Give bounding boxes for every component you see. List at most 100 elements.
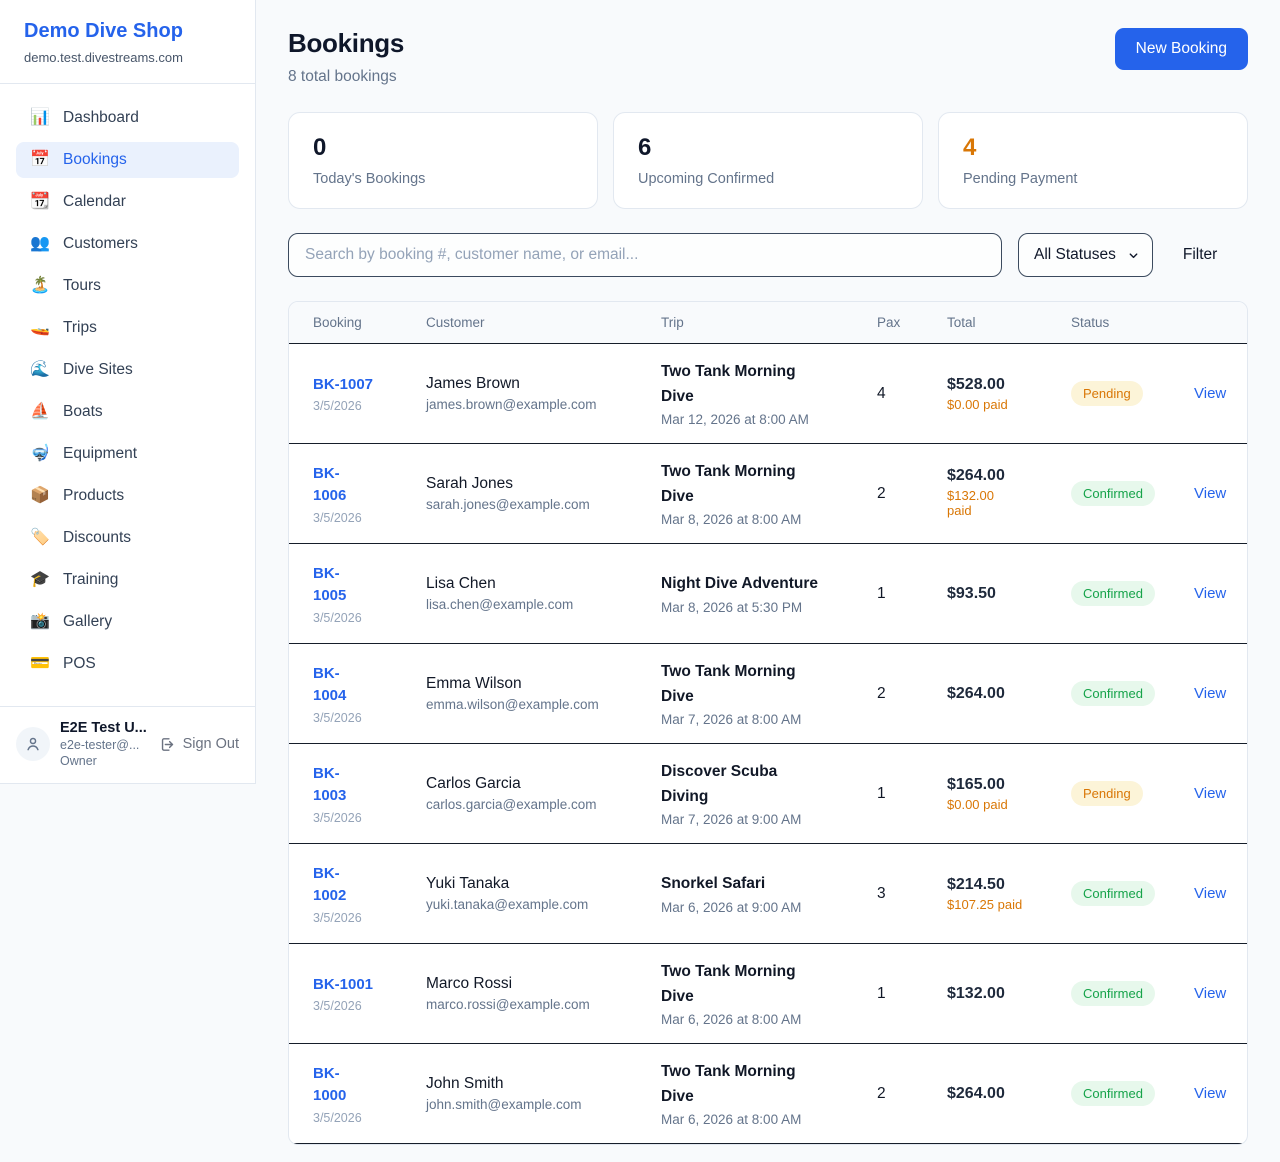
booking-date: 3/5/2026 [313,1111,426,1125]
sidebar-item-label: Products [63,487,124,505]
customer-name: Emma Wilson [426,675,661,693]
sidebar-item-trips[interactable]: 🚤 Trips [16,310,239,346]
view-link[interactable]: View [1194,585,1226,602]
sign-out-button[interactable]: Sign Out [159,736,239,753]
main-content: Bookings 8 total bookings New Booking 0 … [256,0,1280,1145]
filter-button[interactable]: Filter [1169,246,1231,264]
paid-amount: $132.00 paid [947,488,1009,518]
boats-icon: ⛵ [30,404,50,420]
sidebar-item-equipment[interactable]: 🤿 Equipment [16,436,239,472]
col-status: Status [1071,315,1194,330]
sidebar-item-bookings[interactable]: 📅 Bookings [16,142,239,178]
booking-id-link[interactable]: BK-1004 [313,663,363,708]
dive-sites-icon: 🌊 [30,362,50,378]
sidebar-item-label: Customers [63,235,138,253]
view-link[interactable]: View [1194,1085,1226,1102]
table-row: BK-1000 3/5/2026 John Smith john.smith@e… [289,1044,1247,1144]
view-link[interactable]: View [1194,485,1226,502]
sidebar-item-training[interactable]: 🎓 Training [16,562,239,598]
table-row: BK-1005 3/5/2026 Lisa Chen lisa.chen@exa… [289,544,1247,644]
view-link[interactable]: View [1194,985,1226,1002]
sidebar-item-products[interactable]: 📦 Products [16,478,239,514]
sidebar-item-label: Trips [63,319,97,337]
sidebar-item-label: Dashboard [63,109,139,127]
total-amount: $93.50 [947,585,1071,603]
bookings-icon: 📅 [30,152,50,168]
page-title: Bookings [288,28,404,59]
customer-email: john.smith@example.com [426,1097,661,1112]
sidebar-item-pos[interactable]: 💳 POS [16,646,239,682]
booking-date: 3/5/2026 [313,399,426,413]
new-booking-button[interactable]: New Booking [1115,28,1248,70]
actions-cell: View [1194,785,1226,803]
trip-name: Two Tank Morning Dive [661,1060,823,1108]
stat-label: Today's Bookings [313,171,573,187]
sidebar-item-dashboard[interactable]: 📊 Dashboard [16,100,239,136]
booking-cell: BK-1003 3/5/2026 [313,763,426,825]
sidebar-item-customers[interactable]: 👥 Customers [16,226,239,262]
table-row: BK-1003 3/5/2026 Carlos Garcia carlos.ga… [289,744,1247,844]
brand-logo-link[interactable]: Demo Dive Shop [24,20,231,43]
view-link[interactable]: View [1194,385,1226,402]
chevron-down-icon [1128,250,1139,261]
sidebar-item-label: Equipment [63,445,137,463]
status-filter-select[interactable]: All Statuses [1018,233,1153,277]
trip-cell: Two Tank Morning Dive Mar 6, 2026 at 8:0… [661,1060,877,1126]
dashboard-icon: 📊 [30,110,50,126]
total-amount: $132.00 [947,985,1071,1003]
user-email: e2e-tester@... [60,738,149,752]
customer-name: Sarah Jones [426,475,661,493]
view-link[interactable]: View [1194,885,1226,902]
customer-name: Lisa Chen [426,575,661,593]
booking-id-link[interactable]: BK-1007 [313,376,373,393]
filter-row: All Statuses Filter [288,233,1248,277]
sidebar-item-label: Tours [63,277,101,295]
trip-datetime: Mar 8, 2026 at 5:30 PM [661,600,877,615]
sidebar: Demo Dive Shop demo.test.divestreams.com… [0,0,256,784]
sidebar-item-calendar[interactable]: 📆 Calendar [16,184,239,220]
col-booking: Booking [313,315,426,330]
view-link[interactable]: View [1194,785,1226,802]
view-link[interactable]: View [1194,685,1226,702]
booking-id-link[interactable]: BK-1003 [313,763,363,808]
total-cell: $264.00 [947,1085,1071,1103]
table-row: BK-1001 3/5/2026 Marco Rossi marco.rossi… [289,944,1247,1044]
sidebar-item-label: Boats [63,403,103,421]
pax-cell: 1 [877,585,947,603]
pax-cell: 2 [877,685,947,703]
search-input[interactable] [288,233,1002,277]
booking-id-link[interactable]: BK-1000 [313,1063,363,1108]
status-badge: Confirmed [1071,981,1155,1006]
status-badge: Confirmed [1071,581,1155,606]
booking-id-link[interactable]: BK-1002 [313,863,363,908]
trip-datetime: Mar 12, 2026 at 8:00 AM [661,412,877,427]
sidebar-item-tours[interactable]: 🏝️ Tours [16,268,239,304]
booking-date: 3/5/2026 [313,711,426,725]
sidebar-item-gallery[interactable]: 📸 Gallery [16,604,239,640]
trip-cell: Snorkel Safari Mar 6, 2026 at 9:00 AM [661,872,877,914]
pax-cell: 4 [877,385,947,403]
booking-id-link[interactable]: BK-1005 [313,563,363,608]
paid-amount: $0.00 paid [947,397,1071,412]
status-cell: Confirmed [1071,981,1194,1006]
booking-cell: BK-1000 3/5/2026 [313,1063,426,1125]
customer-cell: Sarah Jones sarah.jones@example.com [426,475,661,512]
sidebar-nav: 📊 Dashboard 📅 Bookings 📆 Calendar 👥 Cust… [0,83,255,706]
booking-date: 3/5/2026 [313,999,426,1013]
booking-id-link[interactable]: BK-1006 [313,463,363,508]
actions-cell: View [1194,885,1226,903]
col-customer: Customer [426,315,661,330]
page-subtitle: 8 total bookings [288,68,404,86]
trip-datetime: Mar 8, 2026 at 8:00 AM [661,512,877,527]
user-role: Owner [60,754,149,768]
booking-id-link[interactable]: BK-1001 [313,976,373,993]
booking-cell: BK-1002 3/5/2026 [313,863,426,925]
pax-cell: 2 [877,485,947,503]
booking-date: 3/5/2026 [313,611,426,625]
sidebar-item-discounts[interactable]: 🏷️ Discounts [16,520,239,556]
sidebar-item-boats[interactable]: ⛵ Boats [16,394,239,430]
booking-cell: BK-1001 3/5/2026 [313,974,426,1014]
col-trip: Trip [661,315,877,330]
booking-date: 3/5/2026 [313,511,426,525]
sidebar-item-dive-sites[interactable]: 🌊 Dive Sites [16,352,239,388]
